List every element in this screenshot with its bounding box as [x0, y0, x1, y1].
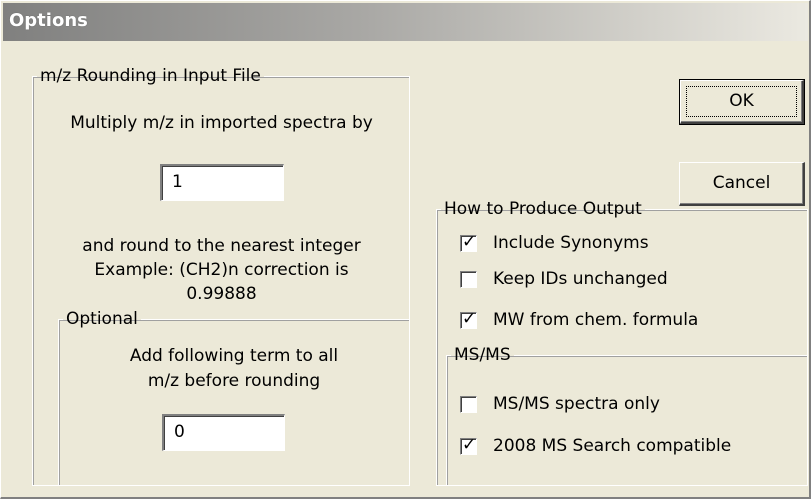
optional-line2: m/z before rounding: [147, 371, 321, 391]
optional-line1: Add following term to all: [129, 346, 339, 366]
mw-formula-box[interactable]: ✓: [460, 308, 477, 329]
term-input[interactable]: 0: [162, 414, 285, 451]
mz-rounding-legend: m/z Rounding in Input File: [40, 66, 261, 86]
example-value: 0.99888: [186, 284, 257, 304]
msms-spectra-only-checkbox[interactable]: MS/MS spectra only: [460, 391, 660, 417]
msms-spectra-only-label[interactable]: MS/MS spectra only: [493, 394, 660, 414]
title-bar[interactable]: Options: [3, 3, 808, 41]
check-mark-icon: ✓: [462, 231, 477, 252]
multiplier-input[interactable]: 1: [160, 164, 284, 201]
ms-search-compat-checkbox[interactable]: ✓ 2008 MS Search compatible: [460, 433, 731, 459]
multiply-label: Multiply m/z in imported spectra by: [70, 113, 373, 133]
check-mark-icon: ✓: [462, 434, 477, 455]
optional-legend: Optional: [66, 309, 138, 329]
ms-search-compat-box[interactable]: ✓: [460, 434, 477, 455]
ok-button[interactable]: OK: [679, 79, 805, 125]
output-legend: How to Produce Output: [444, 199, 642, 219]
keep-ids-checkbox[interactable]: Keep IDs unchanged: [460, 266, 668, 292]
check-mark-icon: ✓: [462, 308, 477, 329]
example-line: Example: (CH2)n correction is: [94, 260, 349, 280]
round-note: and round to the nearest integer: [82, 236, 361, 256]
window-title: Options: [9, 10, 88, 31]
keep-ids-label[interactable]: Keep IDs unchanged: [493, 269, 668, 289]
ok-button-label: OK: [729, 91, 754, 111]
msms-spectra-only-box[interactable]: [460, 395, 477, 413]
ms-search-compat-label[interactable]: 2008 MS Search compatible: [493, 436, 731, 456]
cancel-button-label: Cancel: [712, 173, 771, 193]
mw-formula-label[interactable]: MW from chem. formula: [493, 310, 698, 330]
include-synonyms-label[interactable]: Include Synonyms: [493, 233, 649, 253]
keep-ids-box[interactable]: [460, 270, 477, 288]
include-synonyms-box[interactable]: ✓: [460, 231, 477, 252]
include-synonyms-checkbox[interactable]: ✓ Include Synonyms: [460, 230, 649, 256]
msms-legend: MS/MS: [454, 345, 511, 365]
optional-group: Optional: [58, 309, 410, 486]
mw-formula-checkbox[interactable]: ✓ MW from chem. formula: [460, 307, 698, 333]
